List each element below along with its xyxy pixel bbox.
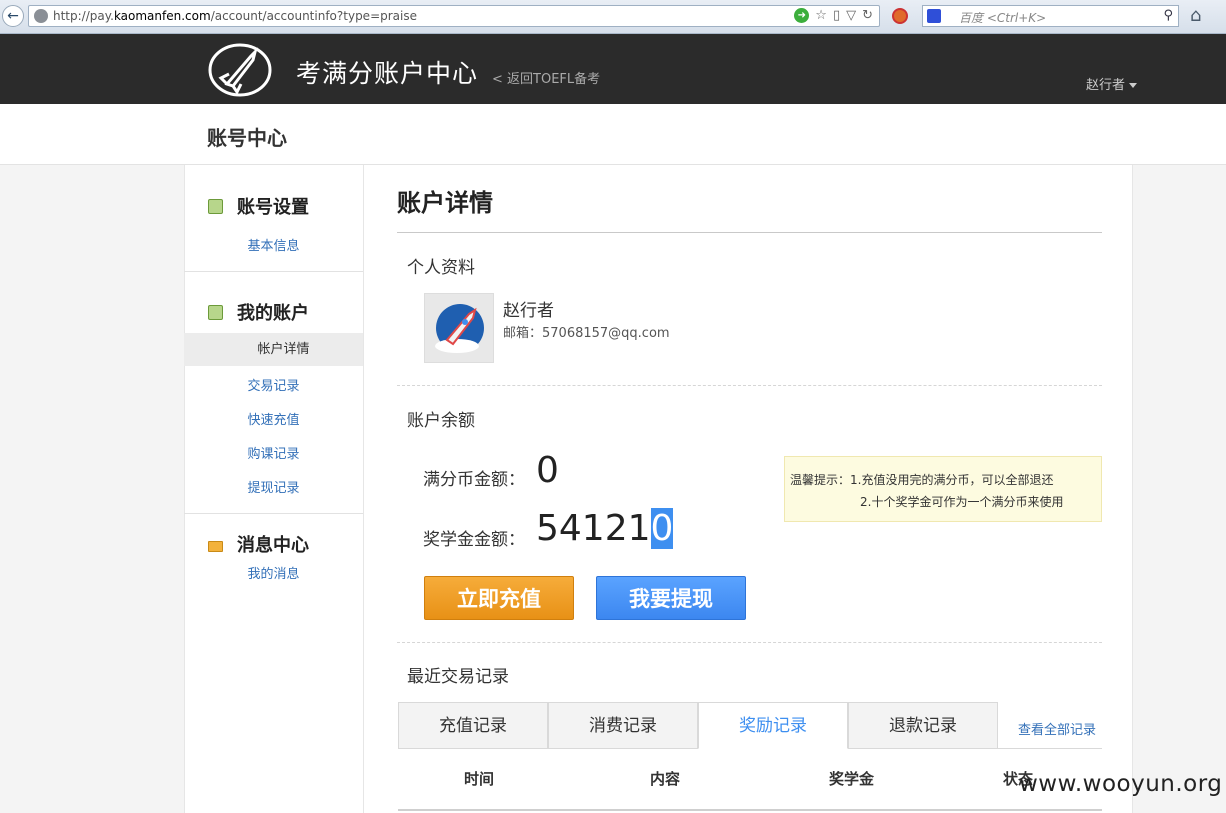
address-bar[interactable]: http://pay.kaomanfen.com/account/account…	[28, 5, 880, 27]
tab-consumption-records[interactable]: 消费记录	[548, 702, 698, 749]
section-divider	[397, 642, 1102, 643]
transactions-heading: 最近交易记录	[407, 667, 509, 687]
sidebar-item-account-details[interactable]: 帐户详情	[184, 333, 363, 366]
rocket-logo-icon[interactable]	[207, 40, 273, 98]
rocket-avatar-icon	[435, 304, 484, 353]
withdraw-button[interactable]: 我要提现	[596, 576, 746, 620]
address-url[interactable]: http://pay.kaomanfen.com/account/account…	[53, 9, 417, 23]
sidebar-section-messages: 消息中心	[208, 531, 309, 557]
user-card-icon	[208, 305, 223, 320]
sidebar-item-course-purchases[interactable]: 购课记录	[184, 443, 363, 462]
profile-heading: 个人资料	[407, 258, 475, 278]
mail-icon	[208, 541, 223, 552]
phone-icon[interactable]: ▯	[833, 8, 840, 23]
column-header-content: 内容	[650, 770, 681, 788]
sidebar-item-transactions[interactable]: 交易记录	[184, 375, 363, 394]
go-arrow-icon[interactable]: ➜	[794, 8, 810, 23]
scholarship-balance-label: 奖学金金额：	[423, 530, 525, 550]
section-divider	[397, 385, 1102, 386]
tab-baseline	[997, 748, 1102, 749]
sidebar-section-my-account: 我的账户	[208, 299, 309, 325]
balance-heading: 账户余额	[407, 411, 475, 431]
reload-icon[interactable]: ↻	[862, 8, 873, 23]
tip-line-1: 温馨提示：1.充值没用完的满分币，可以全部退还	[790, 473, 1054, 487]
table-header-line	[398, 809, 1102, 811]
search-placeholder: 百度 <Ctrl+K>	[959, 11, 1047, 25]
sidebar-section-account-settings: 账号设置	[208, 193, 309, 219]
globe-icon	[34, 9, 48, 23]
scholarship-balance-value: 541210	[536, 508, 674, 549]
sidebar-divider	[184, 271, 363, 272]
user-card-icon	[208, 199, 223, 214]
sidebar: 账号设置 基本信息 我的账户 帐户详情 交易记录 快速充值 购课记录 提现记录 …	[184, 165, 364, 813]
site-title: 考满分账户中心	[296, 59, 479, 88]
browser-toolbar: ← http://pay.kaomanfen.com/account/accou…	[0, 0, 1226, 34]
profile-name: 赵行者	[503, 301, 554, 321]
user-name[interactable]: 赵行者	[1086, 78, 1125, 93]
back-to-toefl-link[interactable]: < 返回TOEFL备考	[492, 68, 600, 87]
sidebar-item-quick-recharge[interactable]: 快速充值	[184, 409, 363, 428]
tip-line-2: 2.十个奖学金可作为一个满分币来使用	[860, 495, 1064, 509]
tip-box: 温馨提示：1.充值没用完的满分币，可以全部退还 2.十个奖学金可作为一个满分币来…	[784, 456, 1102, 522]
tab-reward-records[interactable]: 奖励记录	[698, 702, 848, 749]
sub-header: 账号中心	[0, 104, 1226, 165]
tab-recharge-records[interactable]: 充值记录	[398, 702, 548, 749]
search-icon[interactable]: ⚲	[1163, 8, 1173, 23]
title-divider	[397, 232, 1102, 233]
page-title: 账户详情	[397, 189, 493, 217]
star-icon[interactable]: ☆	[815, 8, 827, 23]
recharge-button[interactable]: 立即充值	[424, 576, 574, 620]
watermark: www.wooyun.org	[1019, 771, 1223, 797]
sidebar-item-my-messages[interactable]: 我的消息	[184, 563, 363, 582]
column-header-scholarship: 奖学金	[829, 770, 875, 788]
coin-balance-value: 0	[536, 450, 559, 491]
sidebar-item-basic-info[interactable]: 基本信息	[184, 235, 363, 254]
back-arrow-icon[interactable]: ←	[2, 5, 24, 27]
baidu-paw-icon[interactable]	[927, 9, 941, 23]
avatar[interactable]	[424, 293, 494, 363]
selected-text-highlight: 0	[650, 508, 674, 549]
caret-down-icon[interactable]	[1129, 83, 1138, 88]
search-box[interactable]: 百度 <Ctrl+K> ⚲	[922, 5, 1179, 27]
tab-refund-records[interactable]: 退款记录	[848, 702, 998, 749]
user-menu[interactable]: 赵行者	[1086, 74, 1138, 93]
home-icon[interactable]: ⌂	[1190, 5, 1201, 26]
adblock-icon[interactable]	[892, 8, 908, 24]
account-center-title: 账号中心	[207, 126, 287, 150]
dropdown-icon[interactable]: ▽	[846, 8, 856, 23]
sidebar-item-withdrawals[interactable]: 提现记录	[184, 477, 363, 496]
column-header-time: 时间	[464, 770, 495, 788]
site-header: 考满分账户中心 < 返回TOEFL备考 赵行者	[0, 34, 1226, 104]
coin-balance-label: 满分币金额：	[423, 470, 525, 490]
sidebar-divider	[184, 513, 363, 514]
profile-email: 邮箱：57068157@qq.com	[503, 326, 670, 341]
view-all-records-link[interactable]: 查看全部记录	[1018, 719, 1096, 738]
